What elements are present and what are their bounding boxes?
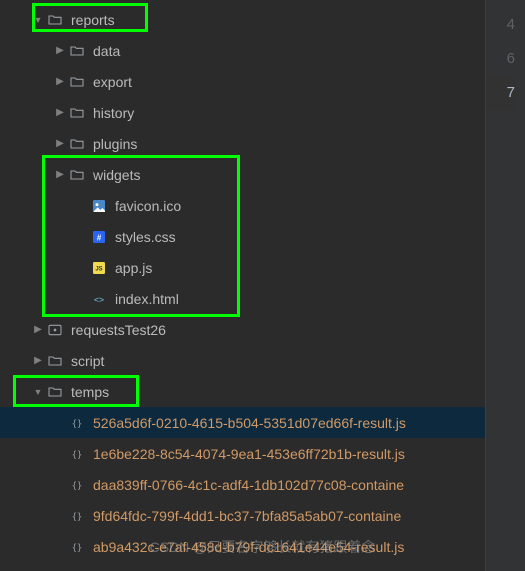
tree-item-label: widgets — [93, 167, 140, 183]
file-tree: ▼ reports ▶ data ▶ export ▶ history ▶ plugins ▶ wid… — [0, 0, 485, 571]
tree-item-label: data — [93, 43, 120, 59]
folder-icon — [68, 73, 86, 91]
tree-item-t4[interactable]: ▶{}9fd64fdc-799f-4dd1-bc37-7bfa85a5ab07-… — [0, 500, 485, 531]
folder-icon — [68, 135, 86, 153]
gutter-line: 6 — [486, 42, 515, 76]
tree-item-t5[interactable]: ▶{}ab9a432c-e7af-458d-b79f-dc1641e44e54-… — [0, 531, 485, 562]
svg-text:JS: JS — [95, 266, 102, 272]
tree-item-t1[interactable]: ▶{}526a5d6f-0210-4615-b504-5351d07ed66f-… — [0, 407, 485, 438]
chevron-right-icon[interactable]: ▶ — [52, 169, 68, 180]
folder-icon — [68, 42, 86, 60]
tree-item-indexhtml[interactable]: ▶<>index.html — [0, 283, 485, 314]
json-icon: {} — [68, 445, 86, 463]
tree-item-widgets[interactable]: ▶ widgets — [0, 159, 485, 190]
chevron-right-icon[interactable]: ▶ — [52, 76, 68, 87]
json-icon: {} — [68, 538, 86, 556]
tree-item-plugins[interactable]: ▶ plugins — [0, 128, 485, 159]
css-icon: # — [90, 228, 108, 246]
tree-item-favicon[interactable]: ▶favicon.ico — [0, 190, 485, 221]
tree-item-t3[interactable]: ▶{}daa839ff-0766-4c1c-adf4-1db102d77c08-… — [0, 469, 485, 500]
line-gutter: 467 — [485, 0, 525, 571]
tree-item-styles[interactable]: ▶#styles.css — [0, 221, 485, 252]
html-icon: <> — [90, 290, 108, 308]
chevron-right-icon[interactable]: ▶ — [30, 355, 46, 366]
tree-item-label: requestsTest26 — [71, 322, 166, 338]
tree-item-data[interactable]: ▶ data — [0, 35, 485, 66]
json-icon: {} — [68, 414, 86, 432]
folder-icon — [46, 383, 64, 401]
tree-item-label: ab9a432c-e7af-458d-b79f-dc1641e44e54-res… — [93, 539, 404, 555]
tree-item-label: daa839ff-0766-4c1c-adf4-1db102d77c08-con… — [93, 477, 404, 493]
tree-item-temps[interactable]: ▼ temps — [0, 376, 485, 407]
tree-item-reports[interactable]: ▼ reports — [0, 4, 485, 35]
module-icon — [46, 321, 64, 339]
tree-item-script[interactable]: ▶ script — [0, 345, 485, 376]
tree-item-label: temps — [71, 384, 109, 400]
tree-item-label: export — [93, 74, 132, 90]
chevron-right-icon[interactable]: ▶ — [30, 324, 46, 335]
tree-item-label: 9fd64fdc-799f-4dd1-bc37-7bfa85a5ab07-con… — [93, 508, 401, 524]
svg-text:{}: {} — [72, 512, 82, 522]
svg-text:<>: <> — [94, 295, 104, 305]
tree-item-t6[interactable]: ▶{}0021942f-ebcc-43de-b1d9-8fa9f7e7a6e1-… — [0, 562, 485, 571]
gutter-line: 4 — [486, 8, 515, 42]
js-icon: JS — [90, 259, 108, 277]
tree-item-label: favicon.ico — [115, 198, 181, 214]
chevron-down-icon[interactable]: ▼ — [30, 15, 46, 25]
tree-item-label: reports — [71, 12, 115, 28]
tree-item-history[interactable]: ▶ history — [0, 97, 485, 128]
svg-text:#: # — [97, 233, 102, 242]
tree-item-label: plugins — [93, 136, 137, 152]
tree-item-export[interactable]: ▶ export — [0, 66, 485, 97]
chevron-right-icon[interactable]: ▶ — [52, 107, 68, 118]
tree-item-requestsTest26[interactable]: ▶ requestsTest26 — [0, 314, 485, 345]
chevron-right-icon[interactable]: ▶ — [52, 138, 68, 149]
tree-item-label: app.js — [115, 260, 152, 276]
folder-icon — [46, 352, 64, 370]
svg-text:{}: {} — [72, 481, 82, 491]
tree-item-label: script — [71, 353, 104, 369]
folder-icon — [46, 11, 64, 29]
chevron-right-icon[interactable]: ▶ — [52, 45, 68, 56]
json-icon: {} — [68, 507, 86, 525]
tree-item-appjs[interactable]: ▶JSapp.js — [0, 252, 485, 283]
folder-icon — [68, 166, 86, 184]
tree-item-label: 1e6be228-8c54-4074-9ea1-453e6ff72b1b-res… — [93, 446, 405, 462]
tree-item-label: styles.css — [115, 229, 176, 245]
gutter-line: 7 — [486, 76, 515, 110]
tree-item-label: history — [93, 105, 134, 121]
svg-text:{}: {} — [72, 543, 82, 553]
folder-icon — [68, 104, 86, 122]
tree-item-label: 526a5d6f-0210-4615-b504-5351d07ed66f-res… — [93, 415, 406, 431]
svg-text:{}: {} — [72, 419, 82, 429]
tree-item-t2[interactable]: ▶{}1e6be228-8c54-4074-9ea1-453e6ff72b1b-… — [0, 438, 485, 469]
ico-icon — [90, 197, 108, 215]
chevron-down-icon[interactable]: ▼ — [30, 387, 46, 397]
svg-text:{}: {} — [72, 450, 82, 460]
tree-item-label: index.html — [115, 291, 179, 307]
json-icon: {} — [68, 476, 86, 494]
